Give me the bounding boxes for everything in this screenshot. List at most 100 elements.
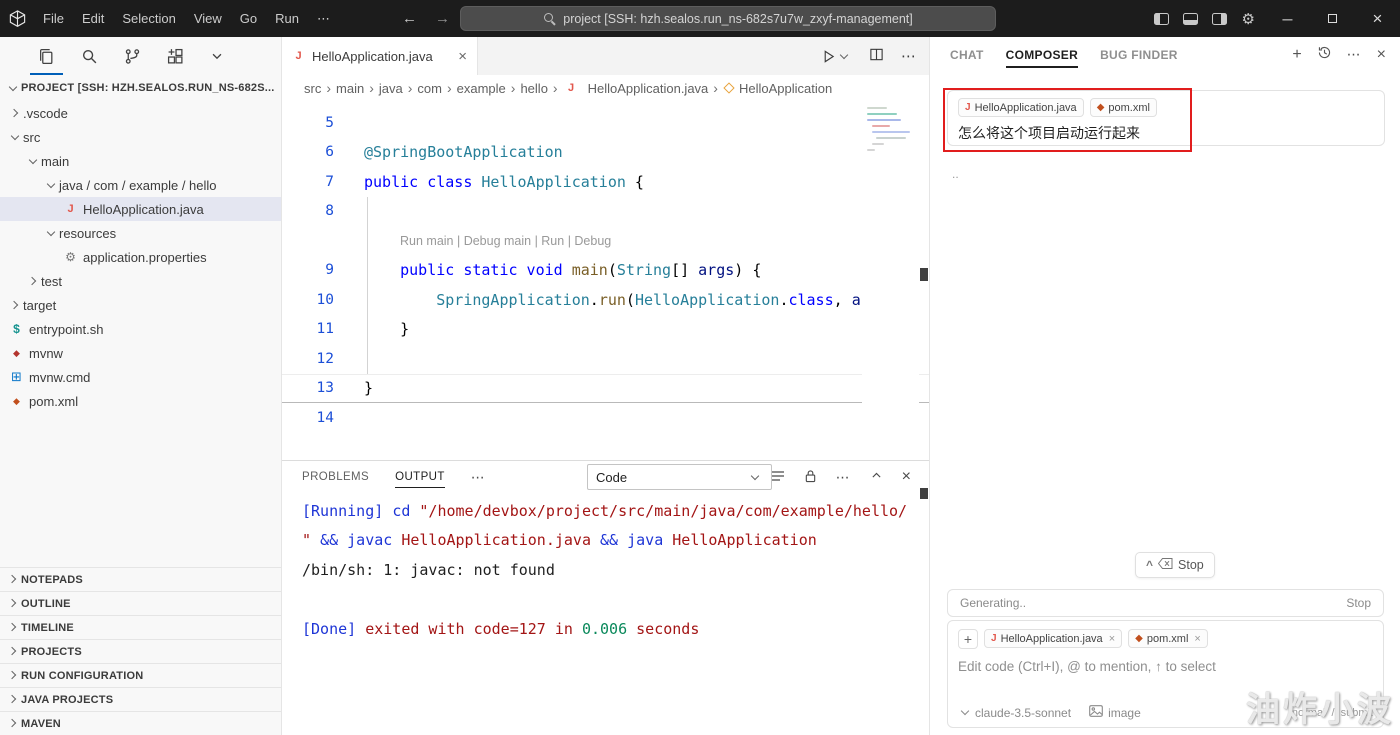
clear-output-icon[interactable] <box>771 470 785 485</box>
output-channel-select[interactable]: Code <box>587 464 772 490</box>
minimap-line <box>872 131 910 134</box>
breadcrumb-item-helloapplication-java[interactable]: J HelloApplication.java <box>563 81 708 96</box>
menu-item-view[interactable]: View <box>185 11 231 26</box>
explorer-section-header[interactable]: PROJECT [SSH: HZH.SEALOS.RUN_NS-682S... <box>0 75 281 101</box>
tree-item-resources[interactable]: resources <box>0 221 281 245</box>
file-chip-helloapplication-java[interactable]: J HelloApplication.java × <box>984 629 1123 648</box>
minimap[interactable] <box>862 101 919 460</box>
maximize-button[interactable] <box>1310 0 1355 37</box>
minimize-button[interactable]: ─ <box>1265 0 1310 37</box>
composer-input[interactable]: + J HelloApplication.java × ◆ pom.xml × Edit c… <box>947 620 1384 728</box>
line-number: 12 <box>316 350 334 367</box>
menu-item-run[interactable]: Run <box>266 11 308 26</box>
close-panel-icon[interactable]: × <box>902 468 911 486</box>
run-button[interactable] <box>821 49 852 64</box>
chip-close-icon[interactable]: × <box>1109 633 1115 645</box>
history-icon[interactable] <box>1317 45 1332 65</box>
model-selector[interactable]: claude-3.5-sonnet <box>958 705 1071 720</box>
file-chip-pom-xml[interactable]: ◆ pom.xml × <box>1128 629 1208 648</box>
command-center-search[interactable]: project [SSH: hzh.sealos.run_ns-682s7u7w… <box>460 6 996 31</box>
maximize-panel-chevron-icon[interactable] <box>870 469 883 485</box>
sidebar-section-outline[interactable]: OUTLINE <box>0 591 281 615</box>
split-editor-icon[interactable] <box>869 47 884 65</box>
sidebar-section-timeline[interactable]: TIMELINE <box>0 615 281 639</box>
file-chip-pom-xml[interactable]: ◆ pom.xml <box>1089 98 1157 117</box>
sidebar-section-maven[interactable]: MAVEN <box>0 711 281 735</box>
forward-arrow-icon[interactable]: → <box>435 10 450 27</box>
more-views-chevron-icon[interactable] <box>210 37 224 75</box>
settings-gear-icon[interactable]: ⚙ <box>1242 10 1255 28</box>
tree-item-mvnw[interactable]: ◆ mvnw <box>0 341 281 365</box>
panel-tab-problems[interactable]: PROBLEMS <box>302 461 369 493</box>
file-chip-helloapplication-java[interactable]: J HelloApplication.java <box>958 98 1084 117</box>
tab-helloapplication-java[interactable]: J HelloApplication.java × <box>282 37 478 75</box>
sidebar-section-projects[interactable]: PROJECTS <box>0 639 281 663</box>
tree-item-java-com-example-hello[interactable]: java / com / example / hello <box>0 173 281 197</box>
stop-button[interactable]: ^ Stop <box>1135 552 1215 578</box>
search-view-icon[interactable] <box>81 37 98 75</box>
run-dropdown-chevron-icon[interactable] <box>837 49 852 64</box>
toggle-sidebar-icon[interactable] <box>1153 12 1169 25</box>
composer-tab-bug-finder[interactable]: BUG FINDER <box>1100 37 1178 72</box>
sidebar-section-notepads[interactable]: NOTEPADS <box>0 567 281 591</box>
app-logo-icon <box>0 9 34 28</box>
close-button[interactable]: × <box>1355 0 1400 37</box>
tree-item-entrypoint-sh[interactable]: $ entrypoint.sh <box>0 317 281 341</box>
sidebar-section-run-configuration[interactable]: RUN CONFIGURATION <box>0 663 281 687</box>
add-context-button[interactable]: + <box>958 629 978 649</box>
breadcrumb-item-hello[interactable]: hello <box>520 81 547 96</box>
explorer-view-icon[interactable] <box>30 37 63 75</box>
output-console[interactable]: [Running] cd "/home/devbox/project/src/m… <box>282 493 929 644</box>
image-button[interactable]: image <box>1089 705 1141 720</box>
tree-item-main[interactable]: main <box>0 149 281 173</box>
composer-close-icon[interactable]: × <box>1377 46 1386 64</box>
editor-more-icon[interactable]: ⋯ <box>901 47 917 65</box>
generating-stop-button[interactable]: Stop <box>1346 596 1371 610</box>
user-message[interactable]: J HelloApplication.java ◆ pom.xml 怎么将这个项目启动… <box>947 90 1385 146</box>
breadcrumb-item-src[interactable]: src <box>304 81 321 96</box>
submit-hint[interactable]: submit <box>1341 707 1373 719</box>
sidebar-section-java-projects[interactable]: JAVA PROJECTS <box>0 687 281 711</box>
panel-scrollbar-thumb[interactable] <box>920 488 928 499</box>
menu-item-selection[interactable]: Selection <box>113 11 184 26</box>
toggle-panel-icon[interactable] <box>1182 12 1198 25</box>
mode-hint[interactable]: normal <box>1292 707 1326 719</box>
back-arrow-icon[interactable]: ← <box>402 10 417 27</box>
chevron-right-icon <box>6 668 21 683</box>
lock-scroll-icon[interactable] <box>804 469 817 486</box>
tree-item-vscode[interactable]: .vscode <box>0 101 281 125</box>
breadcrumb-item-com[interactable]: com <box>417 81 442 96</box>
tree-item-mvnw-cmd[interactable]: ⊞ mvnw.cmd <box>0 365 281 389</box>
codelens-actions[interactable]: Run main | Debug main | Run | Debug <box>400 234 611 248</box>
menu-item-file[interactable]: File <box>34 11 73 26</box>
composer-tab-chat[interactable]: CHAT <box>950 37 984 72</box>
tab-close-icon[interactable]: × <box>458 48 467 65</box>
tree-item-application-properties[interactable]: ⚙ application.properties <box>0 245 281 269</box>
composer-tab-composer[interactable]: COMPOSER <box>1005 37 1079 72</box>
tree-item-src[interactable]: src <box>0 125 281 149</box>
panel-more-icon[interactable]: ⋯ <box>471 469 486 486</box>
search-text: project [SSH: hzh.sealos.run_ns-682s7u7w… <box>563 11 913 26</box>
composer-more-icon[interactable]: ⋯ <box>1347 46 1362 63</box>
menu-item-go[interactable]: Go <box>231 11 266 26</box>
menu-bar: File Edit Selection View Go Run ⋯ <box>34 11 339 27</box>
menu-item-edit[interactable]: Edit <box>73 11 113 26</box>
breadcrumb-item-helloapplication[interactable]: HelloApplication <box>723 81 832 96</box>
panel-tab-output[interactable]: OUTPUT <box>395 461 445 493</box>
code-editor[interactable]: 5 6 @SpringBootApplication 7 public class He… <box>282 101 929 460</box>
toggle-secondary-sidebar-icon[interactable] <box>1211 12 1227 25</box>
new-composer-plus-icon[interactable]: + <box>1292 46 1301 64</box>
menu-item-more[interactable]: ⋯ <box>308 11 339 27</box>
breadcrumb-item-example[interactable]: example <box>457 81 506 96</box>
editor-scrollbar-thumb[interactable] <box>920 268 928 281</box>
tree-item-pom-xml[interactable]: ◆ pom.xml <box>0 389 281 413</box>
chip-close-icon[interactable]: × <box>1194 633 1200 645</box>
extensions-icon[interactable] <box>167 37 184 75</box>
tree-item-target[interactable]: target <box>0 293 281 317</box>
tree-item-test[interactable]: test <box>0 269 281 293</box>
tree-item-helloapplication-java[interactable]: J HelloApplication.java <box>0 197 281 221</box>
breadcrumb-item-java[interactable]: java <box>379 81 403 96</box>
panel-overflow-icon[interactable]: ⋯ <box>836 469 851 486</box>
breadcrumb-item-main[interactable]: main <box>336 81 364 96</box>
source-control-icon[interactable] <box>124 37 141 75</box>
